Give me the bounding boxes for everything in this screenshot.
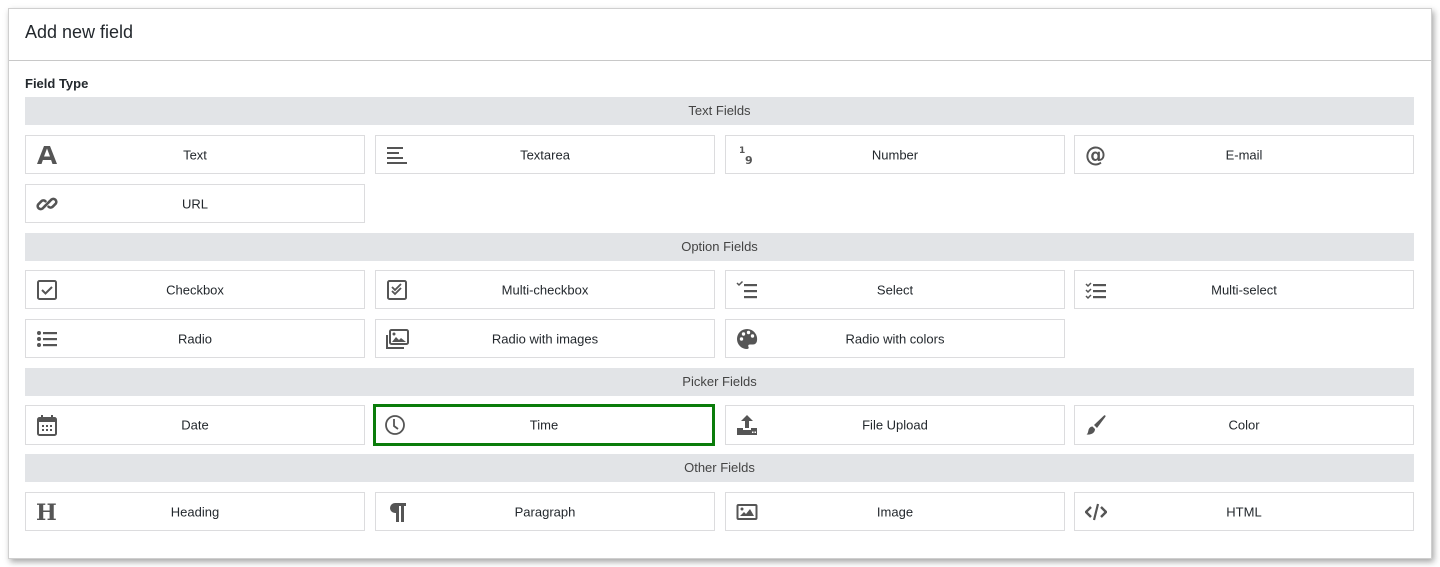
field-type-multi-select[interactable]: Multi-select (1074, 270, 1414, 309)
field-type-multi-checkbox[interactable]: Multi-checkbox (375, 270, 715, 309)
field-type-file-upload[interactable]: File Upload (725, 405, 1065, 445)
field-type-date[interactable]: Date (25, 405, 365, 445)
field-type-label: Text (183, 147, 207, 162)
field-type-label: Radio with images (491, 331, 599, 346)
field-type-radio-with-colors[interactable]: Radio with colors (725, 319, 1065, 358)
field-type-label: Time (529, 417, 559, 433)
field-type-label: Textarea (520, 147, 570, 162)
field-type-label: Radio with colors (845, 331, 945, 346)
field-type-image[interactable]: Image (725, 492, 1065, 531)
section-text-fields: Text Fields (25, 97, 1414, 125)
field-type-label: Color (1228, 417, 1260, 433)
field-type-email[interactable]: @ E-mail (1074, 135, 1414, 174)
panel-header: Add new field (9, 9, 1431, 61)
field-type-textarea[interactable]: Textarea (375, 135, 715, 174)
field-type-label: Image (876, 504, 914, 519)
field-type-html[interactable]: HTML (1074, 492, 1414, 531)
field-type-label: File Upload (862, 417, 928, 433)
field-type-label: Field Type (25, 76, 89, 91)
field-type-label: Select (876, 282, 914, 297)
field-type-paragraph[interactable]: Paragraph (375, 492, 715, 531)
section-other-fields: Other Fields (25, 454, 1414, 482)
field-type-label: Multi-checkbox (501, 282, 589, 297)
field-type-label: Heading (170, 504, 220, 519)
field-type-url[interactable]: URL (25, 184, 365, 223)
field-type-label: URL (181, 196, 208, 211)
field-type-checkbox[interactable]: Checkbox (25, 270, 365, 309)
field-type-color[interactable]: Color (1074, 405, 1414, 445)
field-type-label: E-mail (1225, 147, 1263, 162)
section-option-fields: Option Fields (25, 233, 1414, 261)
panel-title: Add new field (25, 22, 134, 42)
field-type-number[interactable]: 19 Number (725, 135, 1065, 174)
field-type-heading[interactable]: H Heading (25, 492, 365, 531)
field-type-select[interactable]: Select (725, 270, 1065, 309)
section-picker-fields: Picker Fields (25, 368, 1414, 396)
add-new-field-panel: Add new field Field Type Text Fields Tex… (8, 8, 1432, 559)
field-type-time[interactable]: Time (373, 404, 715, 446)
field-type-radio-with-images[interactable]: Radio with images (375, 319, 715, 358)
field-type-label: Number (871, 147, 919, 162)
field-type-label: HTML (1226, 504, 1262, 519)
field-type-text[interactable]: Text (25, 135, 365, 174)
field-type-label: Date (181, 417, 209, 433)
field-type-label: Checkbox (166, 282, 224, 297)
field-type-label: Radio (178, 331, 212, 346)
field-type-label: Multi-select (1211, 282, 1277, 297)
field-type-radio[interactable]: Radio (25, 319, 365, 358)
field-type-label: Paragraph (514, 504, 576, 519)
